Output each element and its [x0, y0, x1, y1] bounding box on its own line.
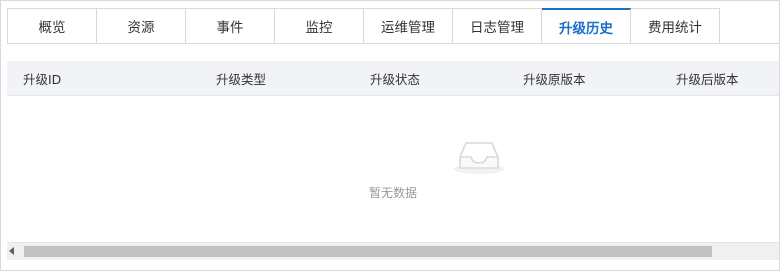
tab-resources[interactable]: 资源 — [97, 8, 186, 44]
scroll-left-arrow-icon[interactable] — [9, 247, 14, 255]
tab-events[interactable]: 事件 — [186, 8, 275, 44]
tab-log-management[interactable]: 日志管理 — [453, 8, 542, 44]
tab-bar: 概览 资源 事件 监控 运维管理 日志管理 升级历史 费用统计 — [7, 8, 720, 44]
tab-monitoring[interactable]: 监控 — [275, 8, 364, 44]
upgrade-history-panel: 概览 资源 事件 监控 运维管理 日志管理 升级历史 费用统计 升级ID 升级类… — [0, 0, 780, 271]
column-header-upgraded-version[interactable]: 升级后版本 — [676, 61, 739, 95]
tab-divider — [7, 43, 779, 44]
tab-overview[interactable]: 概览 — [7, 8, 97, 44]
empty-state-text: 暂无数据 — [368, 186, 417, 200]
column-header-upgrade-type[interactable]: 升级类型 — [216, 61, 266, 95]
tab-cost-statistics[interactable]: 费用统计 — [631, 8, 720, 44]
column-header-original-version[interactable]: 升级原版本 — [523, 61, 586, 95]
table-header: 升级ID 升级类型 升级状态 升级原版本 升级后版本 — [7, 61, 779, 96]
horizontal-scrollbar[interactable] — [7, 242, 779, 260]
column-header-upgrade-id[interactable]: 升级ID — [23, 61, 61, 95]
empty-inbox-icon — [453, 142, 505, 174]
empty-state: 暂无数据 — [7, 96, 779, 241]
column-header-upgrade-status[interactable]: 升级状态 — [370, 61, 420, 95]
tab-upgrade-history[interactable]: 升级历史 — [542, 8, 631, 44]
scrollbar-thumb[interactable] — [24, 246, 712, 257]
tab-ops-management[interactable]: 运维管理 — [364, 8, 453, 44]
